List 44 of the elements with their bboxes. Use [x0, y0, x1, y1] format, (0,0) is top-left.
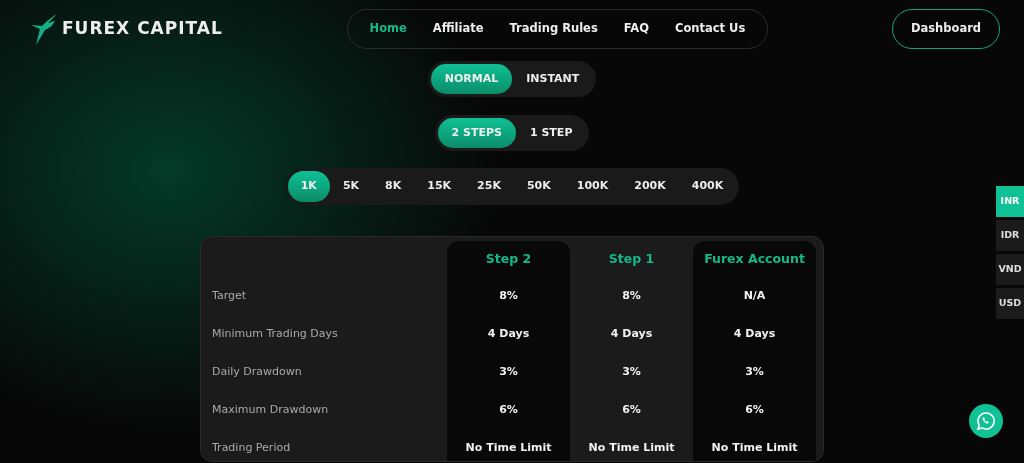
- table-cell-text: 8%: [499, 287, 518, 304]
- nav-link[interactable]: Affiliate: [432, 20, 484, 38]
- table-cell-text: 3%: [622, 363, 641, 380]
- table-cell-text: 6%: [622, 401, 641, 418]
- table-cell-text: 8%: [622, 287, 641, 304]
- table-cell-text: 6%: [499, 401, 518, 418]
- column-header: Step 1: [608, 249, 655, 268]
- currency-tab[interactable]: USD: [996, 288, 1024, 319]
- table-cell-text: 3%: [745, 363, 764, 380]
- table-cell-text: No Time Limit: [465, 439, 552, 456]
- row-label: Trading Period: [211, 439, 292, 456]
- table-cell-text: 4 Days: [733, 325, 776, 342]
- table-cell-text: N/A: [743, 287, 766, 304]
- nav-link[interactable]: Home: [369, 20, 407, 38]
- brand-name: FUREX CAPITAL: [62, 17, 223, 41]
- amount-option[interactable]: 5K: [329, 171, 373, 202]
- nav-link[interactable]: Contact Us: [675, 20, 746, 38]
- amount-option[interactable]: 100K: [563, 171, 622, 202]
- currency-tab[interactable]: VND: [996, 254, 1024, 285]
- column-header: Step 2: [485, 249, 532, 268]
- table-cell-text: No Time Limit: [711, 439, 798, 456]
- row-label: Daily Drawdown: [211, 363, 303, 380]
- table-cell-text: 6%: [745, 401, 764, 418]
- chat-button[interactable]: [969, 404, 1003, 438]
- amount-option[interactable]: 15K: [414, 171, 465, 202]
- toggle-option[interactable]: 1 STEP: [515, 118, 587, 148]
- table-cell-text: 4 Days: [487, 325, 530, 342]
- row-label: Target: [211, 287, 248, 304]
- amount-option[interactable]: 25K: [464, 171, 514, 202]
- row-label: Maximum Drawdown: [211, 401, 330, 418]
- table-cell-text: 3%: [499, 363, 518, 380]
- amount-option[interactable]: 400K: [678, 171, 737, 202]
- amount-option[interactable]: 50K: [513, 171, 564, 202]
- nav-link[interactable]: Trading Rules: [509, 20, 598, 38]
- table-cell-text: No Time Limit: [588, 439, 675, 456]
- nav-link[interactable]: FAQ: [623, 20, 649, 38]
- amount-option[interactable]: 200K: [621, 171, 679, 202]
- amount-option[interactable]: 8K: [372, 171, 415, 202]
- currency-tab[interactable]: IDR: [996, 220, 1024, 251]
- chat-phone-icon: [976, 411, 996, 431]
- row-label: Minimum Trading Days: [211, 325, 339, 342]
- column-header: Furex Account: [704, 249, 805, 268]
- toggle-option[interactable]: INSTANT: [512, 64, 594, 94]
- table-cell-text: 4 Days: [610, 325, 653, 342]
